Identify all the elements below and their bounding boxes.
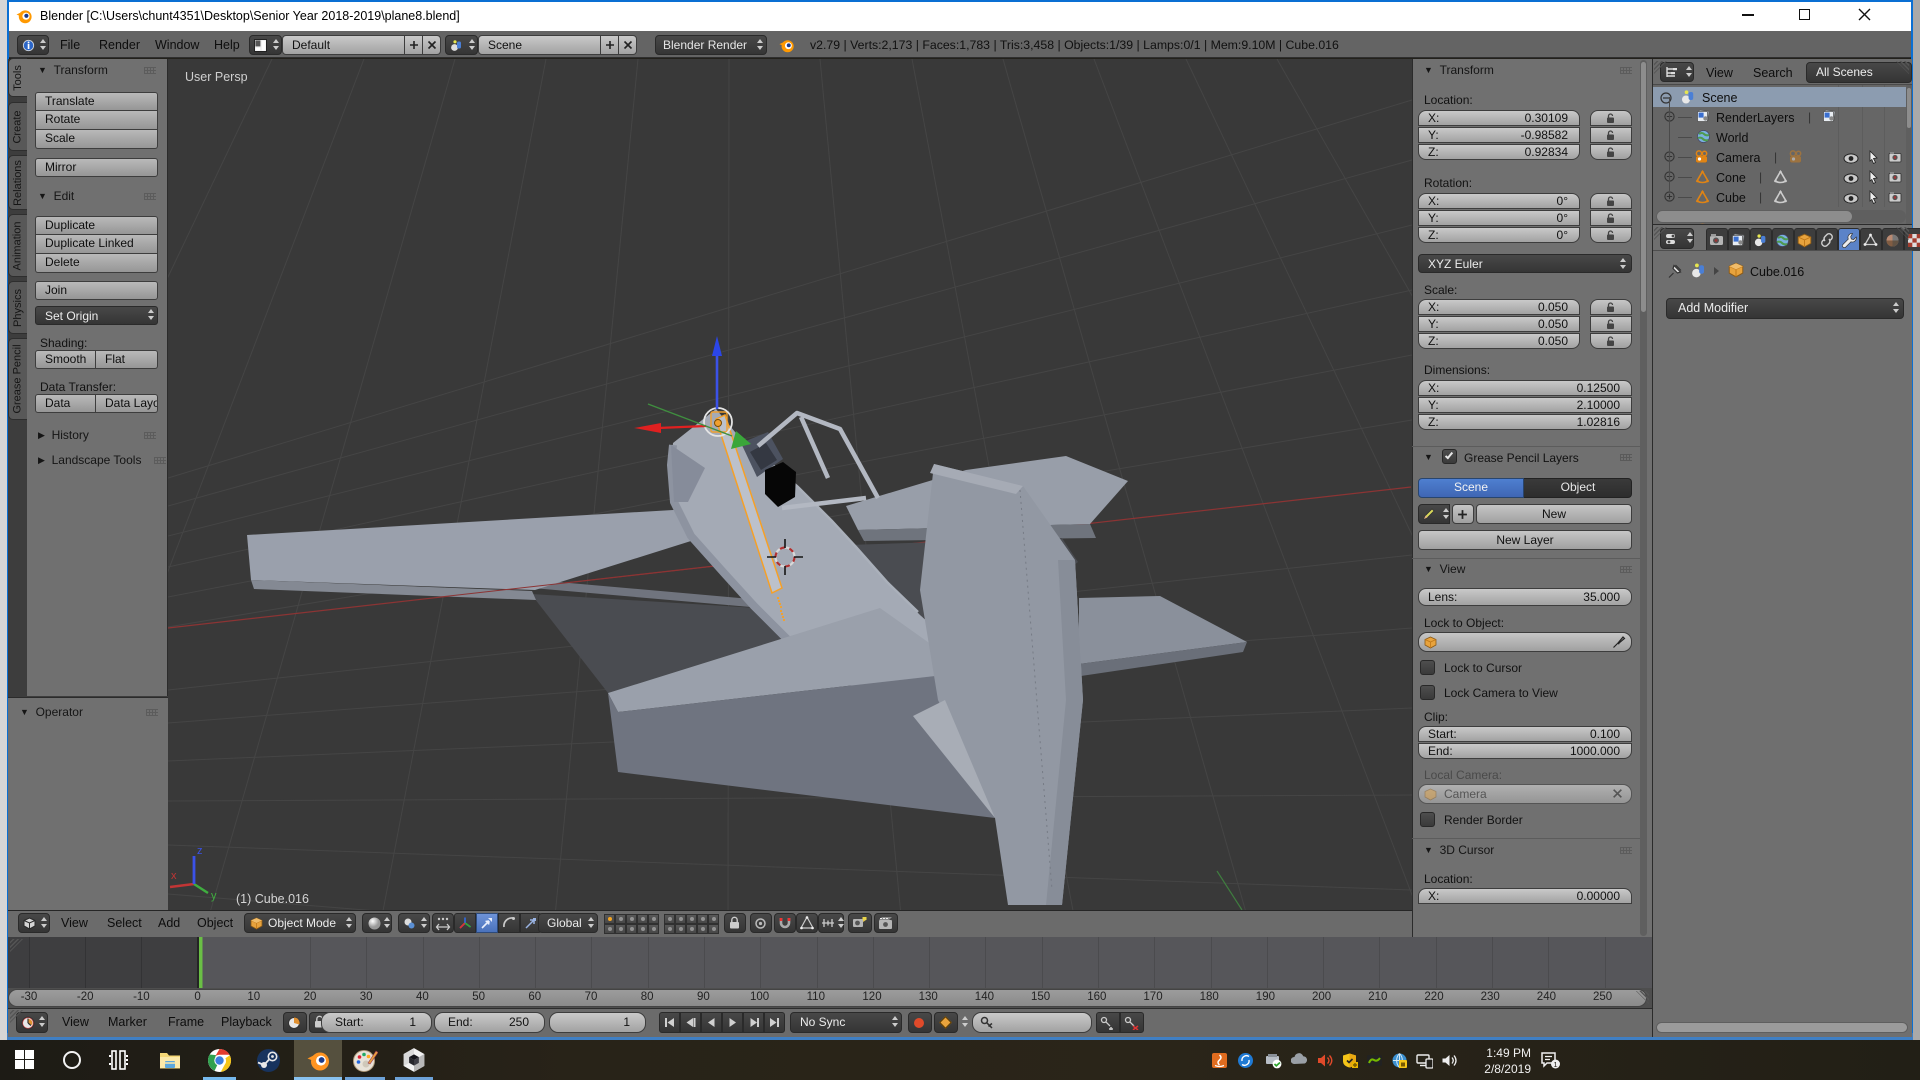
svg-text:y: y bbox=[211, 890, 217, 902]
svg-text:1: 1 bbox=[1553, 1060, 1557, 1069]
svg-text:x: x bbox=[171, 870, 177, 882]
svg-text:z: z bbox=[197, 845, 203, 857]
svg-text:(1) Cube.016: (1) Cube.016 bbox=[236, 892, 309, 906]
svg-text:User Persp: User Persp bbox=[185, 70, 248, 84]
